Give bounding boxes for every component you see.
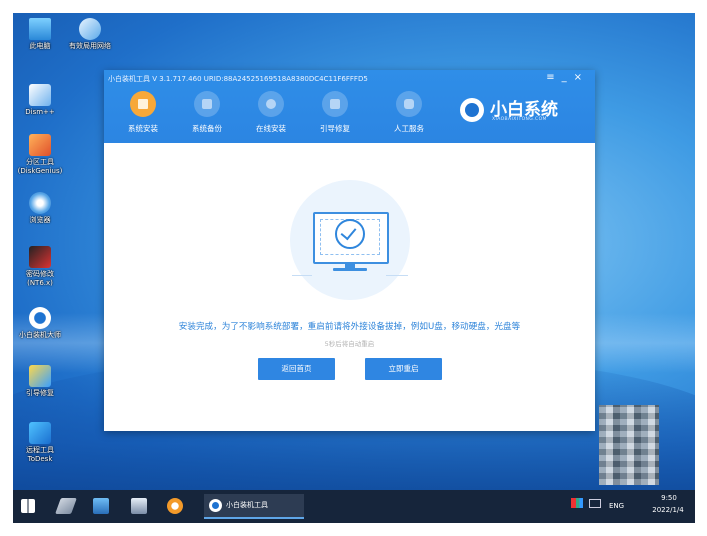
xiaobai-icon <box>29 307 51 329</box>
computer-icon <box>29 18 51 40</box>
nav-boot-repair[interactable]: 引导修复 <box>309 91 361 134</box>
clock-date[interactable]: 2022/1/4 <box>645 506 691 514</box>
desktop-icon-label: 有效局用网络 <box>69 42 111 50</box>
remote-icon <box>29 422 51 444</box>
desktop-icon-label: (DiskGenius) <box>17 167 63 175</box>
nav-label: 系统安装 <box>128 124 158 133</box>
desktop-icon-label: 远程工具 <box>26 446 54 454</box>
network-icon <box>79 18 101 40</box>
desktop-icon-dism[interactable]: Dism++ <box>10 84 70 117</box>
monitor-base <box>333 268 367 271</box>
printer-icon[interactable] <box>131 498 147 514</box>
online-install-icon <box>258 91 284 117</box>
brand-logo-icon <box>460 98 484 122</box>
nav-system-backup[interactable]: 系统备份 <box>181 91 233 134</box>
desktop-icon-label: ToDesk <box>27 455 53 463</box>
computer-icon[interactable] <box>93 498 109 514</box>
partition-icon <box>29 134 51 156</box>
nav-label: 引导修复 <box>320 124 350 133</box>
illustration-line <box>386 275 408 276</box>
desktop-icon-partition-tool[interactable]: 分区工具 (DiskGenius) <box>10 134 70 176</box>
completion-message: 安装完成，为了不影响系统部署，重启前请将外接设备拔掉，例如U盘，移动硬盘，光盘等 <box>178 322 521 332</box>
taskbar: 小白装机工具 ENG 9:50 2022/1/4 <box>13 490 695 523</box>
browser-icon <box>29 192 51 214</box>
nav-label: 系统备份 <box>192 124 222 133</box>
return-home-button[interactable]: 返回首页 <box>258 358 335 380</box>
taskbar-app-label: 小白装机工具 <box>226 501 268 509</box>
desktop-icon-remote-tool[interactable]: 远程工具 ToDesk <box>10 422 70 464</box>
window-title: 小白装机工具 V 3.1.717.460 URID:88A24525169518… <box>108 75 368 83</box>
tray-app-icon[interactable] <box>571 498 583 508</box>
menu-icon[interactable]: ≡ <box>546 72 561 83</box>
boot-repair-icon <box>322 91 348 117</box>
search-tool-icon[interactable] <box>167 498 183 514</box>
desktop-icon-xiaobai[interactable]: 小白装机大师 <box>10 307 70 340</box>
illustration-line <box>292 275 312 276</box>
installer-window: 小白装机工具 V 3.1.717.460 URID:88A24525169518… <box>104 70 595 431</box>
desktop-icon-label: (NT6.x) <box>27 279 53 287</box>
desktop-icon-label: 分区工具 <box>26 158 54 166</box>
nav-system-install[interactable]: 系统安装 <box>117 91 169 134</box>
restart-now-button[interactable]: 立即重启 <box>365 358 442 380</box>
nav-label: 人工服务 <box>394 124 424 133</box>
desktop-icon-label: 小白装机大师 <box>19 331 61 339</box>
desktop-icon-label: 引导修复 <box>26 389 54 397</box>
system-tray: ENG 9:50 2022/1/4 <box>571 490 691 523</box>
minimize-icon[interactable]: _ <box>562 72 574 83</box>
desktop-icon-label: 密码修改 <box>26 270 54 278</box>
nav-label: 在线安装 <box>256 124 286 133</box>
desktop-icon-label: 浏览器 <box>29 216 51 224</box>
close-icon[interactable]: × <box>574 72 589 83</box>
desktop-icon-network[interactable]: 有效局用网络 <box>60 18 120 51</box>
desktop-icon-label: Dism++ <box>25 108 55 116</box>
tool-icon[interactable] <box>55 498 77 514</box>
boot-repair-icon <box>29 365 51 387</box>
countdown-text: 5秒后将自动重启 <box>324 340 375 348</box>
dism-icon <box>29 84 51 106</box>
start-windows-icon[interactable] <box>21 499 35 513</box>
clock-time[interactable]: 9:50 <box>647 494 691 502</box>
brand: 小白系统 XIAOBAIXITONG.COM <box>460 97 590 129</box>
install-icon <box>130 91 156 117</box>
brand-subtitle: XIAOBAIXITONG.COM <box>492 117 547 122</box>
window-controls: ≡_× <box>546 72 589 83</box>
desktop-icon-browser[interactable]: 浏览器 <box>10 192 70 225</box>
desktop-icon-boot-repair[interactable]: 引导修复 <box>10 365 70 398</box>
chat-icon <box>396 91 422 117</box>
taskbar-app-xiaobai[interactable]: 小白装机工具 <box>204 494 304 519</box>
language-indicator[interactable]: ENG <box>609 502 624 510</box>
backup-icon <box>194 91 220 117</box>
title-bar[interactable]: 小白装机工具 V 3.1.717.460 URID:88A24525169518… <box>104 70 595 143</box>
check-icon <box>335 219 365 249</box>
password-icon <box>29 246 51 268</box>
nav-online-install[interactable]: 在线安装 <box>245 91 297 134</box>
nav-human-service[interactable]: 人工服务 <box>383 91 435 134</box>
desktop-icon-password-tool[interactable]: 密码修改 (NT6.x) <box>10 246 70 288</box>
blurred-qr-code <box>599 405 659 485</box>
network-tray-icon[interactable] <box>589 499 601 508</box>
xiaobai-app-icon <box>209 499 222 512</box>
